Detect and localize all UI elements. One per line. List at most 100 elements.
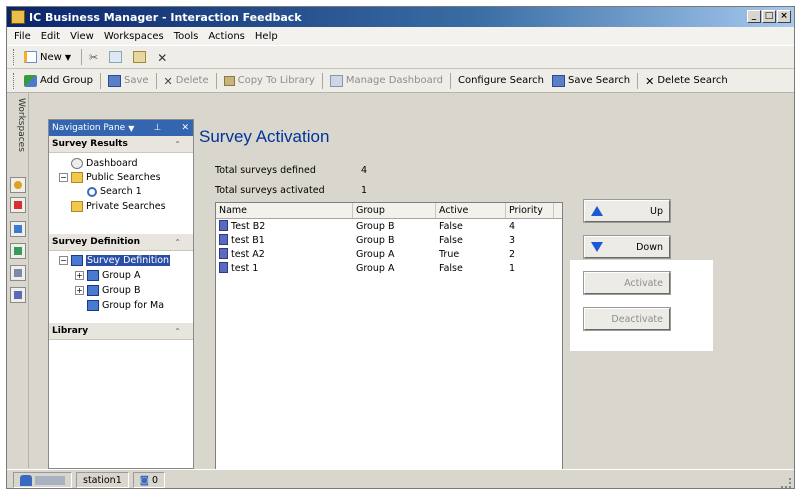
table-row[interactable]: test B1 Group B False 3 [216,233,562,247]
menu-view[interactable]: View [65,31,99,42]
resize-grip[interactable] [781,478,791,488]
save-button[interactable]: Save [104,71,153,91]
menu-actions[interactable]: Actions [203,31,250,42]
collapse-icon[interactable]: − [59,256,68,265]
column-header-group[interactable]: Group [353,203,436,218]
pin-icon[interactable]: ⊥ [153,123,161,133]
standard-toolbar: New ▼ ✂ ✕ [7,45,794,69]
tree-label: Dashboard [86,158,138,169]
status-station: station1 [76,472,129,488]
copy-to-library-label: Copy To Library [237,75,315,86]
app-window: IC Business Manager - Interaction Feedba… [6,6,795,489]
menu-workspaces[interactable]: Workspaces [99,31,169,42]
survey-workspace-icon[interactable] [10,221,26,237]
close-icon[interactable]: ✕ [181,123,189,133]
up-button[interactable]: Up [583,199,671,223]
menu-help[interactable]: Help [250,31,283,42]
delete-toolbar-button[interactable]: ✕ [153,47,174,67]
cell-name: Test B2 [216,220,353,232]
navigation-pane-header[interactable]: Navigation Pane ▼ ⊥ ✕ [49,120,193,136]
table-row[interactable]: test 1 Group A False 1 [216,261,562,275]
configure-search-button[interactable]: Configure Search [454,71,548,91]
copy-button[interactable] [105,47,129,67]
tree-label: Group A [102,270,141,281]
toolbar-grip[interactable] [13,72,16,89]
status-count[interactable]: ◙ 0 [132,472,166,488]
table-row[interactable]: Test B2 Group B False 4 [216,219,562,233]
save-icon [107,74,121,87]
cell-name: test 1 [216,262,353,274]
section-label: Survey Definition [52,237,141,247]
toolbar-separator [155,72,157,89]
tree-item-group-b[interactable]: + Group B [75,285,140,296]
close-icon[interactable]: × [777,10,791,23]
tree-item-private-searches[interactable]: Private Searches [71,201,166,212]
feedback-workspace-icon[interactable] [10,177,26,193]
tree-label: Private Searches [86,201,166,212]
menu-tools[interactable]: Tools [169,31,204,42]
section-survey-definition[interactable]: Survey Definition ⌃ [49,234,193,251]
cell-name-text: Test B2 [231,221,266,232]
title-bar: IC Business Manager - Interaction Feedba… [7,7,794,27]
tree-item-public-searches[interactable]: − Public Searches [59,172,161,183]
cell-priority: 1 [509,262,516,274]
delete-icon: ✕ [163,74,173,88]
add-group-button[interactable]: Add Group [20,71,97,91]
tree-item-survey-definition[interactable]: − Survey Definition [59,255,171,266]
deactivate-button[interactable]: Deactivate [583,307,671,331]
app-icon [11,10,25,24]
maximize-icon[interactable]: □ [762,10,776,23]
table-row[interactable]: test A2 Group A True 2 [216,247,562,261]
menu-file[interactable]: File [9,31,36,42]
activate-button[interactable]: Activate [583,271,671,295]
section-survey-results[interactable]: Survey Results ⌃ [49,136,193,153]
down-button[interactable]: Down [583,235,671,259]
new-button[interactable]: New ▼ [20,47,78,67]
tree-item-dashboard[interactable]: Dashboard [71,158,138,169]
reports-workspace-icon[interactable] [10,197,26,213]
tree-item-search-1[interactable]: Search 1 [87,186,142,197]
tree-item-group-for-ma[interactable]: Group for Ma [87,300,164,311]
paste-button[interactable] [129,47,153,67]
manage-dashboard-button[interactable]: Manage Dashboard [326,71,447,91]
column-header-active[interactable]: Active [436,203,506,218]
tree-item-group-a[interactable]: + Group A [75,270,140,281]
toolbar-grip[interactable] [13,49,16,65]
workspaces-tab[interactable]: Workspaces [10,95,26,155]
document-workspace-icon[interactable] [10,265,26,281]
column-header-priority[interactable]: Priority [506,203,554,218]
delete-button[interactable]: ✕ Delete [160,71,213,91]
cell-priority: 2 [509,248,516,260]
chart-workspace-icon[interactable] [10,243,26,259]
copy-to-library-button[interactable]: Copy To Library [220,71,319,91]
chevron-down-icon[interactable]: ▼ [65,53,71,62]
column-header-name[interactable]: Name [216,203,353,218]
expand-icon[interactable]: + [75,286,84,295]
user-icon [20,474,32,486]
chevron-up-icon[interactable]: ⌃ [174,140,181,149]
menu-edit[interactable]: Edit [36,31,65,42]
expand-icon[interactable]: + [75,271,84,280]
survey-list[interactable]: Name Group Active Priority Test B2 Group… [215,202,563,470]
list-header: Name Group Active Priority [216,203,562,219]
delete-search-button[interactable]: ✕ Delete Search [641,71,732,91]
minimize-icon[interactable]: _ [747,10,761,23]
chevron-down-icon[interactable]: ▼ [128,124,134,133]
window-controls: _ □ × [747,10,791,23]
cut-button[interactable]: ✂ [85,47,105,67]
cell-active: False [439,220,463,232]
chevron-up-icon[interactable]: ⌃ [174,238,181,247]
status-user[interactable] [13,472,72,488]
toolbar-separator [215,72,217,89]
admin-workspace-icon[interactable] [10,287,26,303]
navigation-pane: Navigation Pane ▼ ⊥ ✕ Survey Results ⌃ D… [48,119,194,469]
chevron-up-icon[interactable]: ⌃ [174,327,181,336]
section-library[interactable]: Library ⌃ [49,323,193,340]
search-icon [87,186,97,197]
total-activated-label: Total surveys activated [215,185,325,196]
cell-priority: 4 [509,220,516,232]
collapse-icon[interactable]: − [59,173,68,182]
total-defined-value: 4 [361,165,368,176]
save-search-button[interactable]: Save Search [548,71,634,91]
survey-icon [219,220,228,231]
